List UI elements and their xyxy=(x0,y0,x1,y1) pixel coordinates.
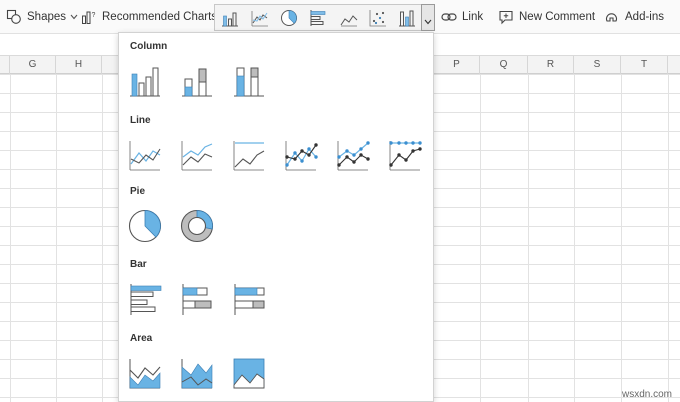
100-percent-stacked-line-with-markers-chart-option[interactable] xyxy=(387,137,423,173)
chart-gallery-expand-button[interactable] xyxy=(421,4,435,31)
bar-chart-icon[interactable] xyxy=(309,8,329,28)
column-header-t[interactable]: T xyxy=(621,56,668,75)
grid-column-line xyxy=(480,74,481,402)
stacked-column-chart-option[interactable] xyxy=(179,63,215,99)
section-title-area: Area xyxy=(130,333,153,344)
add-ins-label: Add-ins xyxy=(625,11,664,23)
add-ins-icon xyxy=(604,9,620,25)
stacked-area-chart-option[interactable] xyxy=(179,355,215,391)
100-percent-stacked-column-chart-option[interactable] xyxy=(231,63,267,99)
stacked-line-chart-option[interactable] xyxy=(179,137,215,173)
column-header-s[interactable]: S xyxy=(574,56,621,75)
grid-column-line xyxy=(528,74,529,402)
other-charts-icon[interactable] xyxy=(397,8,417,28)
shapes-icon xyxy=(6,9,22,25)
grid-column-line xyxy=(668,74,669,402)
grid-column-line xyxy=(10,74,11,402)
doughnut-chart-option[interactable] xyxy=(179,208,215,244)
new-comment-label: New Comment xyxy=(519,11,596,23)
grid-column-line xyxy=(621,74,622,402)
line-with-markers-chart-option[interactable] xyxy=(283,137,319,173)
scatter-chart-icon[interactable] xyxy=(368,8,388,28)
comment-icon xyxy=(498,9,514,25)
new-comment-button[interactable]: New Comment xyxy=(498,0,595,34)
100-percent-stacked-line-chart-option[interactable] xyxy=(231,137,267,173)
column-header-p[interactable]: P xyxy=(434,56,480,75)
link-label: Link xyxy=(462,11,484,23)
section-title-pie: Pie xyxy=(130,186,146,197)
column-header-partial[interactable] xyxy=(668,56,680,75)
grid-column-line xyxy=(574,74,575,402)
100-percent-stacked-bar-chart-option[interactable] xyxy=(231,281,267,317)
recommended-charts-icon: ? xyxy=(81,9,97,25)
svg-text:?: ? xyxy=(92,12,96,19)
clustered-bar-chart-option[interactable] xyxy=(127,281,163,317)
recommended-charts-label: Recommended Charts xyxy=(102,11,218,23)
recommended-charts-button[interactable]: ? Recommended Charts xyxy=(81,0,217,34)
chevron-down-icon xyxy=(424,14,432,28)
pie-chart-option[interactable] xyxy=(127,208,163,244)
line-chart-icon[interactable] xyxy=(250,8,270,28)
column-header-q[interactable]: Q xyxy=(480,56,528,75)
section-title-line: Line xyxy=(130,115,151,126)
grid-column-line xyxy=(102,74,103,402)
area-chart-icon[interactable] xyxy=(339,8,359,28)
chevron-down-icon xyxy=(70,14,78,20)
column-chart-icon[interactable] xyxy=(220,8,240,28)
add-ins-button[interactable]: Add-ins xyxy=(604,0,664,34)
grid-column-line xyxy=(56,74,57,402)
chart-type-strip xyxy=(214,4,435,31)
section-title-column: Column xyxy=(130,41,168,52)
stacked-bar-chart-option[interactable] xyxy=(179,281,215,317)
link-button[interactable]: Link xyxy=(441,0,483,34)
column-header-h[interactable]: H xyxy=(56,56,102,75)
clustered-column-chart-option[interactable] xyxy=(127,63,163,99)
stacked-line-with-markers-chart-option[interactable] xyxy=(335,137,371,173)
column-header-g[interactable]: G xyxy=(10,56,56,75)
link-icon xyxy=(441,9,457,25)
ribbon-toolbar: Shapes ? Recommended Charts Link New Com… xyxy=(0,0,680,34)
section-title-bar: Bar xyxy=(130,259,147,270)
shapes-button[interactable]: Shapes xyxy=(6,0,78,34)
line-chart-option[interactable] xyxy=(127,137,163,173)
pie-chart-icon[interactable] xyxy=(279,8,299,28)
column-header-r[interactable]: R xyxy=(528,56,574,75)
chart-gallery-dropdown: Column Line Pie Bar Area xyxy=(118,32,434,402)
area-chart-option[interactable] xyxy=(127,355,163,391)
shapes-label: Shapes xyxy=(27,11,67,23)
watermark: wsxdn.com xyxy=(621,389,672,400)
100-percent-stacked-area-chart-option[interactable] xyxy=(231,355,267,391)
column-header-partial[interactable] xyxy=(0,56,10,75)
